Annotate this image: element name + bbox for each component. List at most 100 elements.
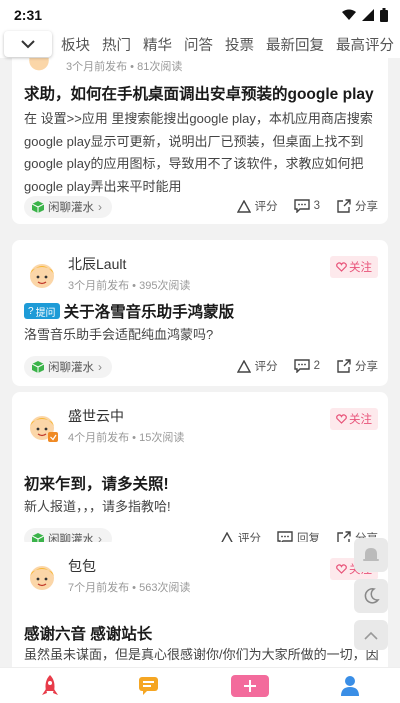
- post-card[interactable]: 包包 7个月前发布 • 563次阅读 关注 感谢六音 感谢站长 虽然虽未谋面，但…: [12, 542, 388, 667]
- cube-icon: [32, 361, 44, 373]
- chevron-down-icon: [21, 39, 35, 48]
- category-tabbar: 板块 热门 精华 问答 投票 最新回复 最高评分: [0, 30, 400, 58]
- wifi-icon: [342, 9, 356, 20]
- status-icons: [342, 8, 388, 22]
- follow-label: 关注: [349, 262, 372, 274]
- post-actions: 评分 2 分享: [236, 358, 378, 374]
- chevron-right-icon: ›: [98, 360, 102, 374]
- avatar: [30, 415, 58, 442]
- share-label: 分享: [355, 201, 378, 213]
- collapse-button[interactable]: [4, 31, 52, 57]
- share-icon: [337, 358, 351, 373]
- share-button[interactable]: 分享: [336, 198, 378, 214]
- moon-icon: [364, 588, 380, 604]
- author-info: 北辰Lault 3个月前发布 • 395次阅读: [68, 254, 190, 293]
- question-badge: ? 提问: [24, 303, 60, 319]
- post-meta: 4个月前发布 • 15次阅读: [68, 432, 185, 444]
- cube-icon: [32, 201, 44, 213]
- tab-qa[interactable]: 问答: [184, 34, 213, 55]
- post-card[interactable]: 北辰Lault 3个月前发布 • 395次阅读 关注 ? 提问 关于洛雪音乐助手…: [12, 240, 388, 386]
- nav-messages[interactable]: [120, 670, 180, 702]
- bell-icon: [363, 548, 379, 561]
- tab-latest-reply[interactable]: 最新回复: [266, 34, 324, 55]
- dark-mode-float-button[interactable]: [354, 579, 388, 613]
- tab-boards[interactable]: 板块: [61, 34, 90, 55]
- post-header: 盛世云中 4个月前发布 • 15次阅读: [26, 406, 184, 445]
- comment-icon: [293, 199, 310, 213]
- board-tag[interactable]: 闲聊灌水 ›: [24, 196, 112, 218]
- post-title[interactable]: 感谢六音 感谢站长: [24, 622, 152, 644]
- scroll-top-float-button[interactable]: [354, 620, 388, 650]
- author-info: 盛世云中 4个月前发布 • 15次阅读: [68, 406, 184, 445]
- heart-icon: [336, 414, 347, 424]
- question-icon: ?: [28, 305, 34, 317]
- notification-float-button[interactable]: [354, 538, 388, 572]
- rate-label: 评分: [254, 361, 278, 373]
- post-title[interactable]: 求助，如何在手机桌面调出安卓预装的google play: [24, 82, 374, 104]
- author-info: 包包 7个月前发布 • 563次阅读: [68, 556, 190, 595]
- board-name: 闲聊灌水: [48, 362, 94, 374]
- author-name[interactable]: 北辰Lault: [68, 254, 190, 274]
- comment-button[interactable]: 3: [293, 199, 320, 213]
- rate-button[interactable]: 评分: [236, 198, 278, 214]
- tab-hot[interactable]: 热门: [102, 34, 131, 55]
- tab-top-rated[interactable]: 最高评分: [336, 34, 394, 55]
- post-body[interactable]: 新人报道，，，请多指教哈!: [24, 496, 380, 519]
- user-icon: [341, 675, 359, 696]
- post-title[interactable]: 初来乍到，请多关照!: [24, 472, 169, 494]
- board-tag[interactable]: 闲聊灌水 ›: [24, 356, 112, 378]
- bottom-nav: [0, 667, 400, 703]
- category-tabs: 板块 热门 精华 问答 投票 最新回复 最高评分: [61, 34, 394, 55]
- post-body[interactable]: 虽然虽未谋面，但是真心很感谢你/你们为大家所做的一切，因为有你/你们让我原本昏暗…: [24, 644, 380, 667]
- plus-icon: [244, 679, 256, 692]
- post-body[interactable]: 在 设置>>应用 里搜索能搜出google play，本机应用商店搜索googl…: [24, 108, 380, 198]
- post-meta: 3个月前发布 • 81次阅读: [66, 61, 183, 73]
- rate-label: 评分: [254, 201, 278, 213]
- follow-button[interactable]: 关注: [330, 256, 378, 278]
- rate-button[interactable]: 评分: [236, 358, 278, 374]
- post-feed[interactable]: 3个月前发布 • 81次阅读 求助，如何在手机桌面调出安卓预装的google p…: [0, 30, 400, 667]
- status-bar: 2:31: [0, 0, 400, 30]
- avatar: [30, 565, 54, 590]
- post-card[interactable]: 盛世云中 4个月前发布 • 15次阅读 关注 初来乍到，请多关照! 新人报道，，…: [12, 392, 388, 556]
- avatar: [30, 263, 54, 288]
- follow-label: 关注: [349, 414, 372, 426]
- question-badge-label: 提问: [35, 307, 56, 319]
- post-meta: 7个月前发布 • 563次阅读: [68, 582, 191, 594]
- chevron-up-icon: [364, 631, 378, 640]
- nav-home[interactable]: [20, 670, 80, 702]
- add-post-button[interactable]: [231, 674, 269, 697]
- post-title-text: 关于洛雪音乐助手鸿蒙版: [63, 304, 235, 321]
- nav-profile[interactable]: [320, 670, 380, 702]
- heart-icon: [336, 564, 347, 574]
- battery-icon: [380, 8, 388, 22]
- comment-icon: [293, 359, 310, 373]
- tab-vote[interactable]: 投票: [225, 34, 254, 55]
- chevron-right-icon: ›: [98, 200, 102, 214]
- post-header: 北辰Lault 3个月前发布 • 395次阅读: [26, 254, 190, 293]
- signal-icon: [362, 9, 374, 21]
- triangle-icon: [236, 359, 251, 373]
- heart-icon: [336, 262, 347, 272]
- tab-featured[interactable]: 精华: [143, 34, 172, 55]
- board-name: 闲聊灌水: [48, 202, 94, 214]
- chat-icon: [139, 676, 158, 695]
- comment-button[interactable]: 2: [293, 359, 320, 373]
- post-actions: 评分 3 分享: [236, 198, 378, 214]
- author-name[interactable]: 盛世云中: [68, 406, 184, 426]
- status-time: 2:31: [14, 7, 43, 23]
- post-header: 包包 7个月前发布 • 563次阅读: [26, 556, 190, 595]
- nav-create-post[interactable]: [220, 670, 280, 702]
- comment-count: 3: [313, 200, 320, 212]
- post-meta: 3个月前发布 • 395次阅读: [68, 280, 191, 292]
- post-card[interactable]: 3个月前发布 • 81次阅读 求助，如何在手机桌面调出安卓预装的google p…: [12, 34, 388, 224]
- follow-button[interactable]: 关注: [330, 408, 378, 430]
- post-body[interactable]: 洛雪音乐助手会适配纯血鸿蒙吗?: [24, 324, 380, 347]
- share-icon: [337, 198, 351, 213]
- share-button[interactable]: 分享: [336, 358, 378, 374]
- rocket-icon: [42, 674, 58, 695]
- comment-count: 2: [313, 360, 320, 372]
- post-title[interactable]: ? 提问 关于洛雪音乐助手鸿蒙版: [24, 300, 234, 322]
- share-label: 分享: [355, 361, 378, 373]
- author-name[interactable]: 包包: [68, 556, 190, 576]
